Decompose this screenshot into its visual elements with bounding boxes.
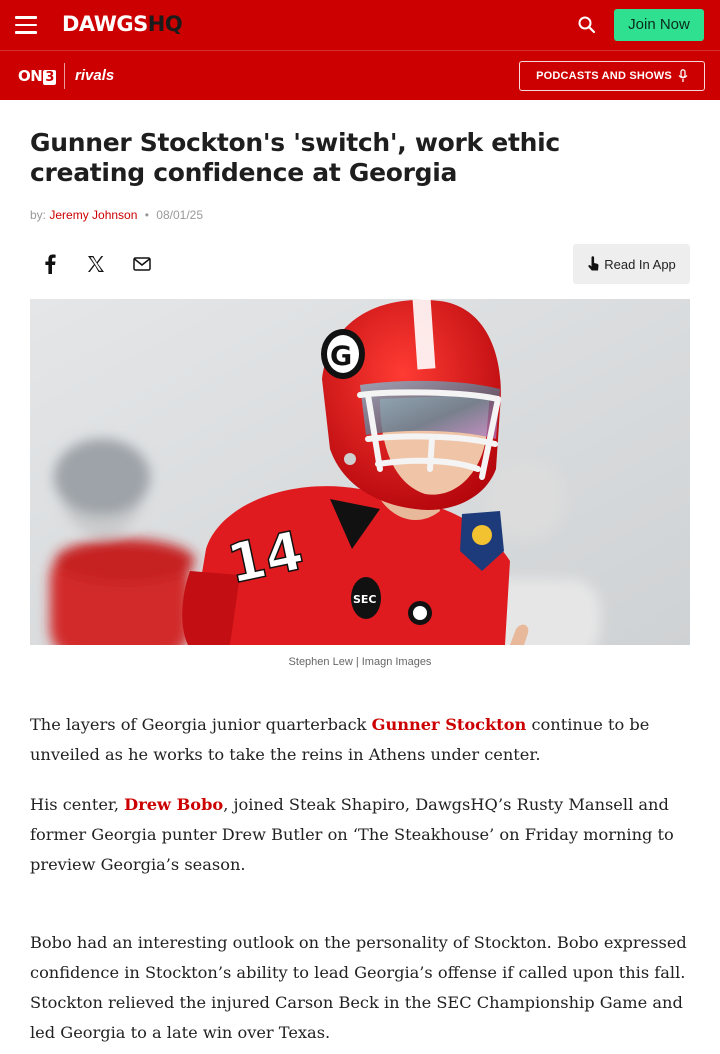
on3-number: 3 <box>43 70 56 85</box>
search-icon[interactable] <box>576 14 598 36</box>
logo-hq-text: HQ <box>147 12 183 36</box>
read-in-app-label: Read In App <box>604 256 676 272</box>
podcasts-label: PODCASTS AND SHOWS <box>536 70 672 82</box>
paragraph-2: His center, Drew Bobo, joined Steak Shap… <box>30 790 695 880</box>
rivals-logo[interactable]: rivals <box>75 67 114 84</box>
email-icon[interactable] <box>128 250 156 278</box>
read-in-app-button[interactable]: Read In App <box>573 244 690 284</box>
drew-bobo-link[interactable]: Drew Bobo <box>124 795 223 814</box>
p1-text-before: The layers of Georgia junior quarterback <box>30 715 372 734</box>
byline-separator: • <box>144 208 149 222</box>
facebook-icon[interactable] <box>36 250 64 278</box>
article-title: Gunner Stockton's 'switch', work ethic c… <box>30 128 560 187</box>
tap-icon <box>588 256 599 271</box>
byline: by: Jeremy Johnson • 08/01/25 <box>30 208 203 222</box>
site-header: DAWGSHQ Join Now <box>0 0 720 50</box>
photo-caption: Stephen Lew | Imagn Images <box>288 656 432 668</box>
sec-patch: SEC <box>353 593 377 606</box>
p2-text-before: His center, <box>30 795 125 814</box>
article-hero-image: 14 SEC G <box>30 299 690 645</box>
menu-icon[interactable] <box>15 16 37 34</box>
network-divider <box>64 63 65 89</box>
on3-text: ON <box>18 67 43 85</box>
publish-date: 08/01/25 <box>156 208 204 222</box>
author-link[interactable]: Jeremy Johnson <box>49 208 137 222</box>
on3-logo[interactable]: ON 3 <box>18 67 56 85</box>
paragraph-3: Bobo had an interesting outlook on the p… <box>30 933 687 1042</box>
join-now-button[interactable]: Join Now <box>614 9 704 41</box>
logo-main-text: DAWGS <box>62 12 148 36</box>
helmet-logo: G <box>330 341 352 372</box>
network-bar: ON 3 rivals PODCASTS AND SHOWS <box>0 50 720 100</box>
podcasts-and-shows-button[interactable]: PODCASTS AND SHOWS <box>519 61 705 91</box>
x-icon[interactable] <box>82 250 110 278</box>
paragraph-1: The layers of Georgia junior quarterback… <box>30 710 695 770</box>
byline-prefix: by: <box>30 208 47 222</box>
gunner-stockton-link[interactable]: Gunner Stockton <box>372 715 527 734</box>
site-logo[interactable]: DAWGSHQ <box>62 12 183 36</box>
microphone-icon <box>678 69 688 82</box>
